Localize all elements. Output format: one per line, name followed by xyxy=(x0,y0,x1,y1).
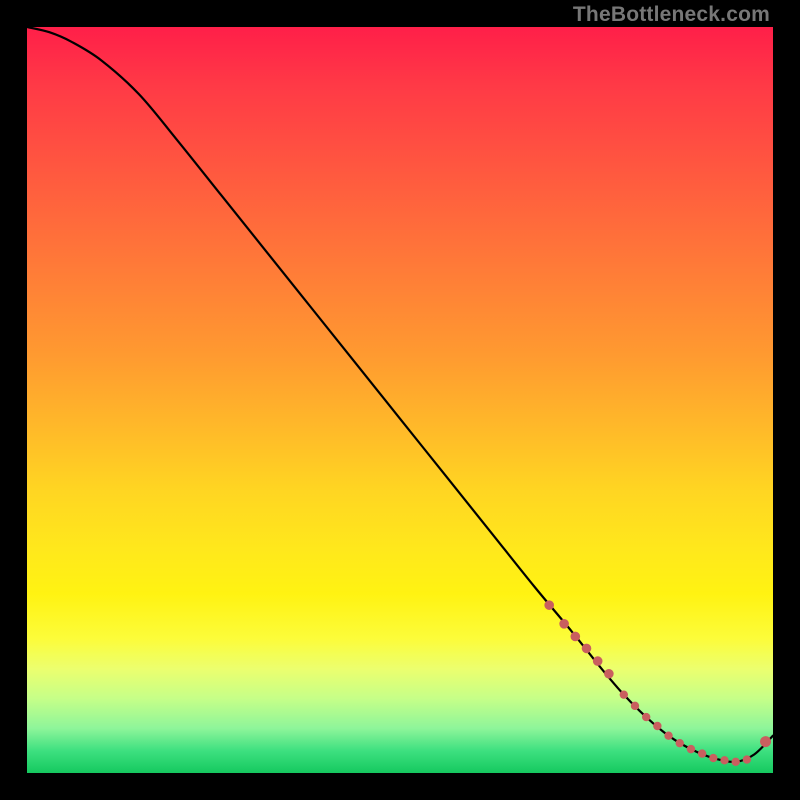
chart-stage: TheBottleneck.com xyxy=(0,0,800,800)
watermark: TheBottleneck.com xyxy=(573,4,770,25)
plot-area xyxy=(27,27,773,773)
